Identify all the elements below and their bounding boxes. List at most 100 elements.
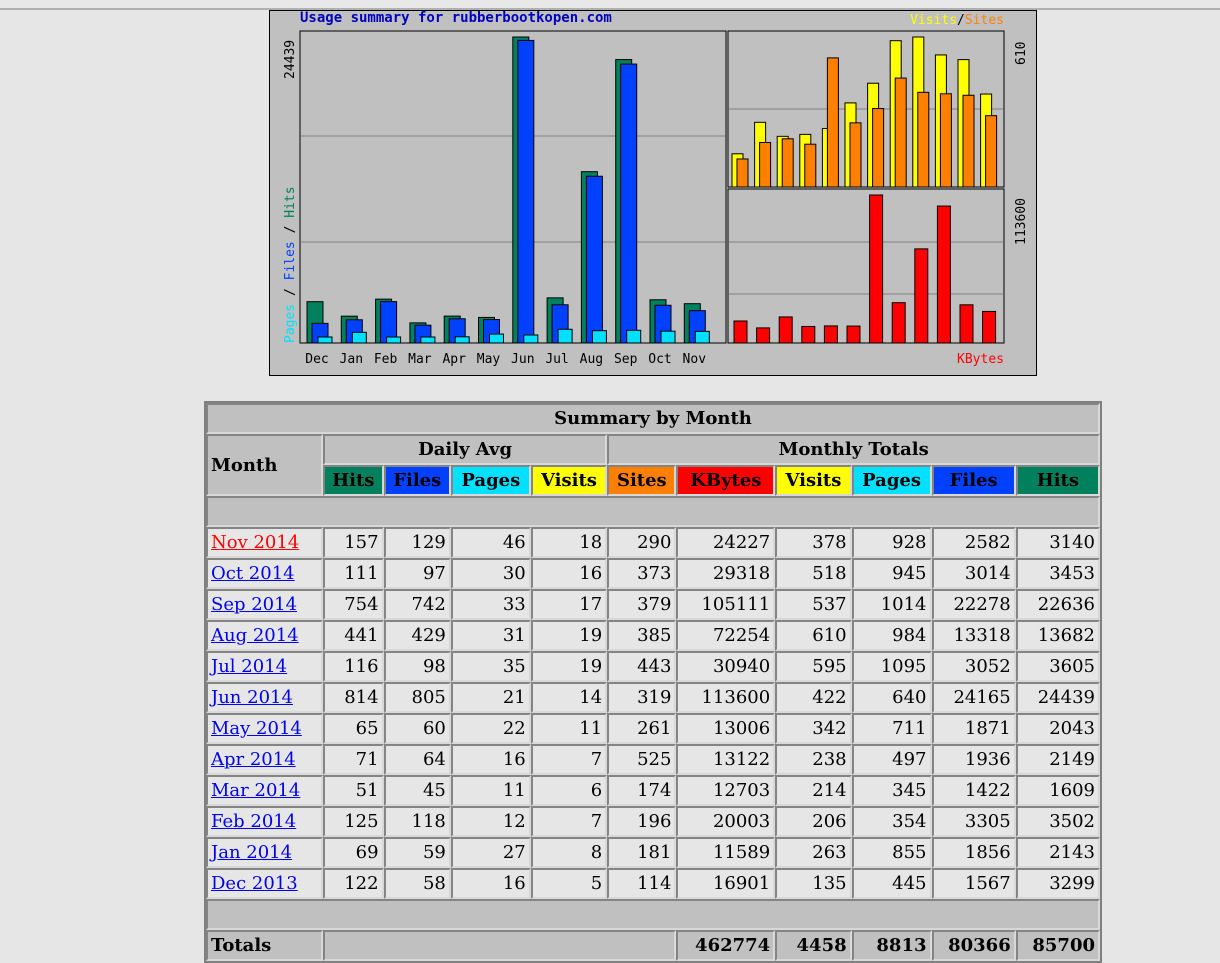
month-link[interactable]: Jun 2014 bbox=[211, 687, 293, 708]
cell-files: 3305 bbox=[931, 806, 1016, 837]
cell-d-visits: 16 bbox=[530, 558, 608, 589]
month-link[interactable]: Jul 2014 bbox=[211, 656, 287, 677]
cell-sites: 114 bbox=[607, 868, 677, 899]
legend-sites: Sites bbox=[965, 13, 1004, 28]
pages-bar-body bbox=[317, 336, 333, 344]
month-cell: Apr 2014 bbox=[206, 744, 323, 775]
sites-bar bbox=[781, 138, 794, 188]
table-row: Jun 2014 814 805 21 14 319 113600 422 640 24165 24… bbox=[206, 682, 1100, 713]
ylabel-hits: Hits bbox=[283, 186, 298, 217]
month-link[interactable]: Oct 2014 bbox=[211, 563, 295, 584]
kbytes-bar bbox=[733, 320, 748, 344]
month-cell: Nov 2014 bbox=[206, 527, 323, 558]
cell-kbytes: 24227 bbox=[676, 527, 776, 558]
kbytes-bar-body bbox=[733, 320, 748, 344]
cell-pages: 354 bbox=[851, 806, 932, 837]
x-tick-label: Aug bbox=[580, 352, 603, 367]
cell-sites: 373 bbox=[607, 558, 677, 589]
pages-bar bbox=[591, 330, 607, 344]
cell-files: 1871 bbox=[931, 713, 1016, 744]
kbytes-bar bbox=[891, 302, 906, 344]
total-files: 80366 bbox=[931, 930, 1016, 961]
cell-files: 3052 bbox=[931, 651, 1016, 682]
month-link[interactable]: Feb 2014 bbox=[211, 811, 296, 832]
month-link[interactable]: Aug 2014 bbox=[211, 625, 299, 646]
sites-bar bbox=[872, 108, 885, 188]
sites-bar-body bbox=[826, 57, 839, 188]
table-row: May 2014 65 60 22 11 261 13006 342 711 1871 2043 bbox=[206, 713, 1100, 744]
totals-blank bbox=[322, 930, 677, 961]
cell-d-visits: 17 bbox=[530, 589, 608, 620]
month-link[interactable]: Nov 2014 bbox=[211, 532, 299, 553]
cell-sites: 181 bbox=[607, 837, 677, 868]
total-kbytes: 462774 bbox=[676, 930, 776, 961]
kbytes-bar-body bbox=[778, 316, 793, 344]
cell-visits: 378 bbox=[775, 527, 852, 558]
cell-kbytes: 13006 bbox=[676, 713, 776, 744]
sites-bar bbox=[849, 122, 862, 188]
month-link[interactable]: Jan 2014 bbox=[211, 842, 292, 863]
kbytes-bar-body bbox=[982, 310, 997, 344]
pages-bar bbox=[660, 330, 676, 344]
cell-visits: 135 bbox=[775, 868, 852, 899]
kbytes-bar bbox=[778, 316, 793, 344]
month-link[interactable]: Dec 2013 bbox=[211, 873, 298, 894]
pages-bar-body bbox=[626, 329, 642, 344]
month-link[interactable]: May 2014 bbox=[211, 718, 302, 739]
col-daily-visits: Visits bbox=[530, 465, 608, 496]
column-header-row: Hits Files Pages Visits Sites KBytes Vis… bbox=[206, 465, 1100, 496]
files-bar bbox=[620, 63, 638, 344]
cell-hits: 3502 bbox=[1015, 806, 1100, 837]
cell-d-visits: 18 bbox=[530, 527, 608, 558]
monthly-totals-header: Monthly Totals bbox=[607, 434, 1100, 465]
cell-d-pages: 33 bbox=[450, 589, 531, 620]
pages-bar-body bbox=[557, 328, 573, 344]
col-kbytes: KBytes bbox=[676, 465, 776, 496]
x-tick-label: Feb bbox=[374, 352, 398, 367]
cell-d-visits: 7 bbox=[530, 744, 608, 775]
ylabel-pages: Pages bbox=[283, 304, 298, 343]
cell-hits: 24439 bbox=[1015, 682, 1100, 713]
cell-pages: 445 bbox=[851, 868, 932, 899]
cell-d-pages: 16 bbox=[450, 868, 531, 899]
kbytes-bar bbox=[846, 325, 861, 344]
table-row: Sep 2014 754 742 33 17 379 105111 537 1014 22278 2… bbox=[206, 589, 1100, 620]
month-link[interactable]: Apr 2014 bbox=[211, 749, 296, 770]
cell-pages: 984 bbox=[851, 620, 932, 651]
ylabel-sep1: / bbox=[283, 280, 298, 303]
cell-hits: 2143 bbox=[1015, 837, 1100, 868]
kbytes-bar-body bbox=[936, 205, 951, 344]
sites-bar-body bbox=[781, 138, 794, 188]
cell-sites: 379 bbox=[607, 589, 677, 620]
cell-files: 1856 bbox=[931, 837, 1016, 868]
files-bar-body bbox=[517, 39, 535, 344]
pages-bar bbox=[386, 336, 402, 344]
cell-d-hits: 441 bbox=[322, 620, 384, 651]
table-row: Nov 2014 157 129 46 18 290 24227 378 928 2582 3140 bbox=[206, 527, 1100, 558]
sites-bar bbox=[759, 141, 772, 188]
month-link[interactable]: Sep 2014 bbox=[211, 594, 297, 615]
pages-bar bbox=[489, 333, 504, 344]
cell-d-files: 118 bbox=[383, 806, 451, 837]
cell-d-files: 98 bbox=[383, 651, 451, 682]
cell-pages: 855 bbox=[851, 837, 932, 868]
month-cell: Jun 2014 bbox=[206, 682, 323, 713]
total-pages: 8813 bbox=[851, 930, 932, 961]
x-tick-label: Sep bbox=[614, 352, 638, 367]
cell-d-pages: 46 bbox=[450, 527, 531, 558]
cell-d-hits: 69 bbox=[322, 837, 384, 868]
month-link[interactable]: Mar 2014 bbox=[211, 780, 300, 801]
sites-bar-body bbox=[939, 93, 952, 188]
cell-d-hits: 116 bbox=[322, 651, 384, 682]
month-cell: May 2014 bbox=[206, 713, 323, 744]
cell-hits: 3605 bbox=[1015, 651, 1100, 682]
total-visits: 4458 bbox=[775, 930, 852, 961]
cell-sites: 319 bbox=[607, 682, 677, 713]
x-tick-label: Jun bbox=[511, 352, 534, 367]
month-cell: Mar 2014 bbox=[206, 775, 323, 806]
x-tick-label: Oct bbox=[648, 352, 671, 367]
cell-hits: 2043 bbox=[1015, 713, 1100, 744]
cell-visits: 263 bbox=[775, 837, 852, 868]
left-ylabel: Pages / Files / Hits bbox=[283, 186, 298, 343]
sites-bar-body bbox=[872, 108, 885, 188]
